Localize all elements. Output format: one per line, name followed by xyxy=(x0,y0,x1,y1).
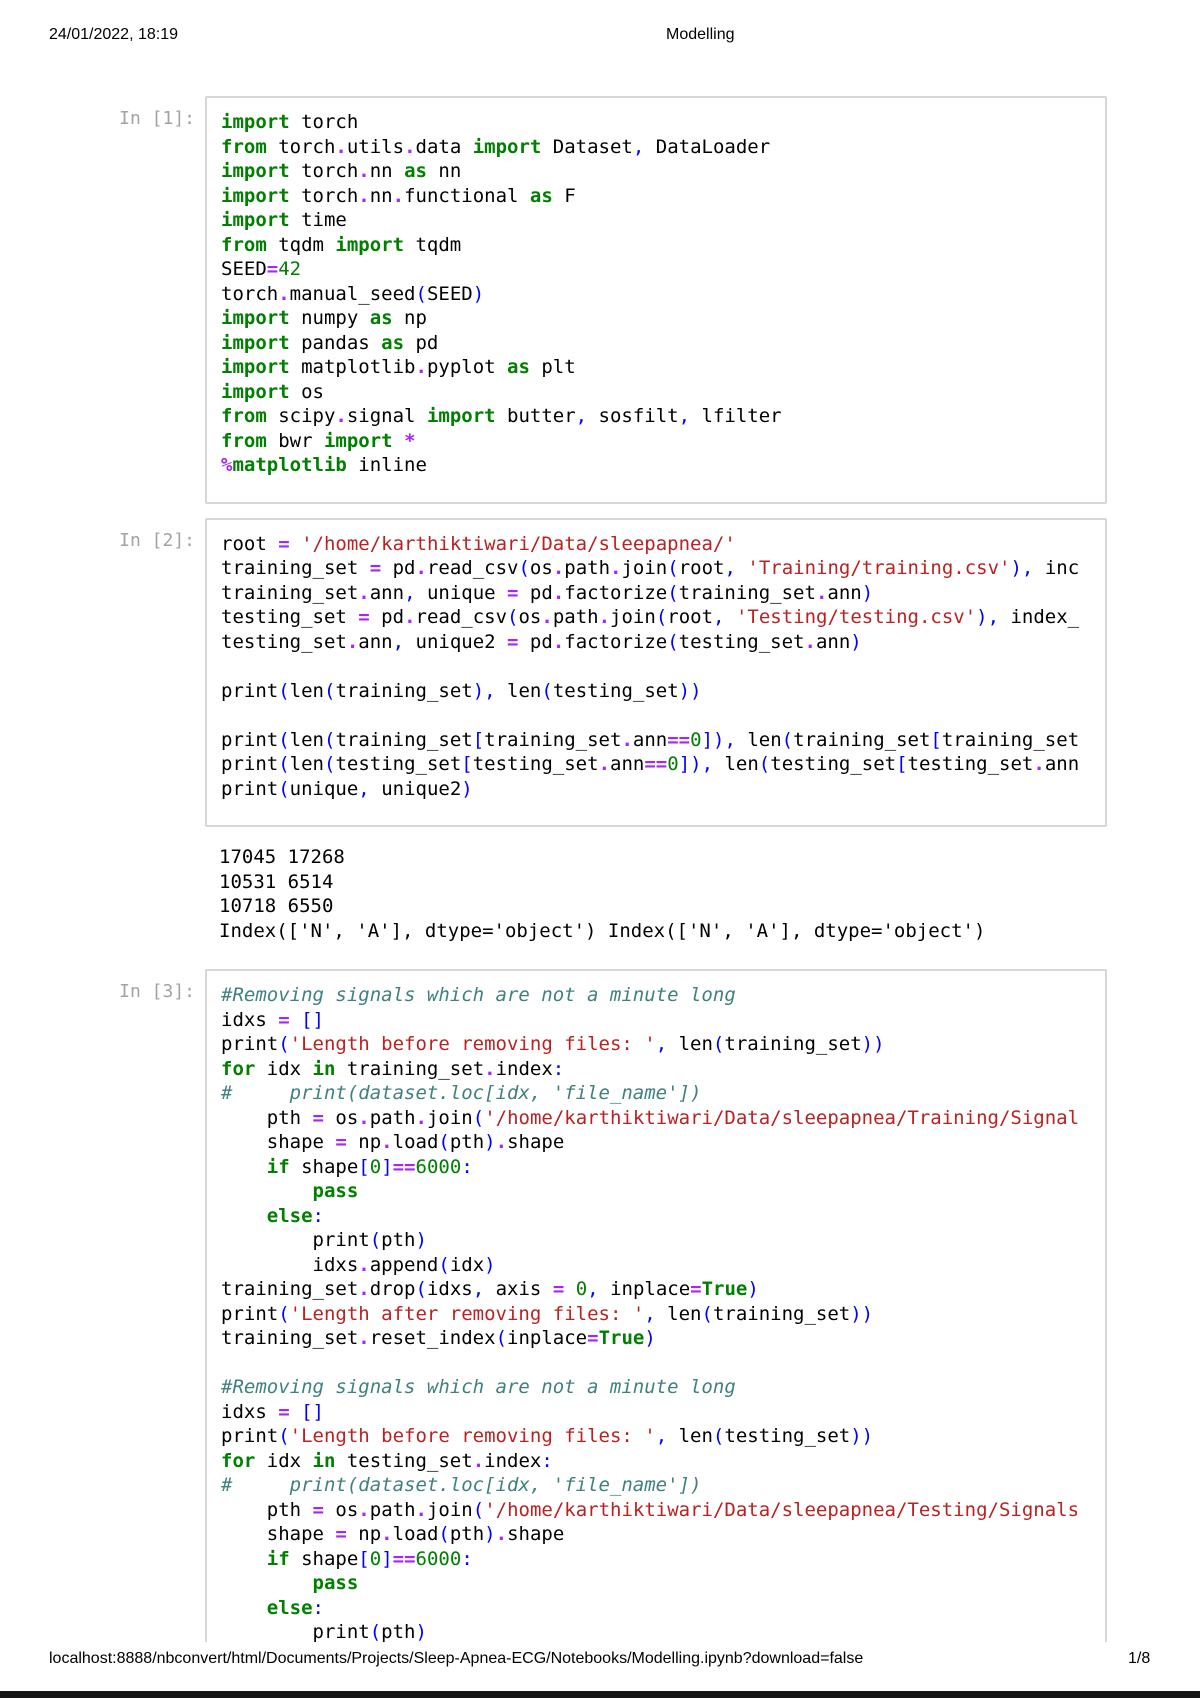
print-footer-url: localhost:8888/nbconvert/html/Documents/… xyxy=(49,1650,864,1667)
code-cell-1: In [1]: import torch from torch.utils.dat… xyxy=(119,96,1107,504)
code-text: import torch from torch.utils.data impor… xyxy=(221,111,782,476)
code-cell-3: In [3]: #Removing signals which are not a… xyxy=(119,969,1107,1642)
nbconvert-page: 24/01/2022, 18:19 Modelling In [1]: impor… xyxy=(0,0,1200,1698)
cell-output: 17045 17268 10531 6514 10718 6550 Index(… xyxy=(219,846,986,942)
cell-prompt: In [2]: xyxy=(119,529,195,551)
cell-prompt: In [3]: xyxy=(119,981,195,1002)
notebook-cells: In [1]: import torch from torch.utils.dat… xyxy=(0,88,1200,1642)
print-header-datetime: 24/01/2022, 18:19 xyxy=(49,26,179,43)
print-footer-page-number: 1/8 xyxy=(1128,1650,1151,1667)
code-text: #Removing signals which are not a minute… xyxy=(221,984,1080,1642)
code-text: root = '/home/karthiktiwari/Data/sleepap… xyxy=(221,532,1080,800)
code-cell-2: In [2]: root = '/home/karthiktiwari/Data/… xyxy=(119,517,1107,827)
page-title: Modelling xyxy=(666,26,735,43)
page-edge-bar xyxy=(0,1691,1200,1698)
code-input-area: import torch from torch.utils.data impor… xyxy=(205,96,1107,504)
code-input-area: root = '/home/karthiktiwari/Data/sleepap… xyxy=(205,517,1107,827)
cell-prompt: In [1]: xyxy=(119,108,195,129)
code-input-area: #Removing signals which are not a minute… xyxy=(205,969,1107,1642)
